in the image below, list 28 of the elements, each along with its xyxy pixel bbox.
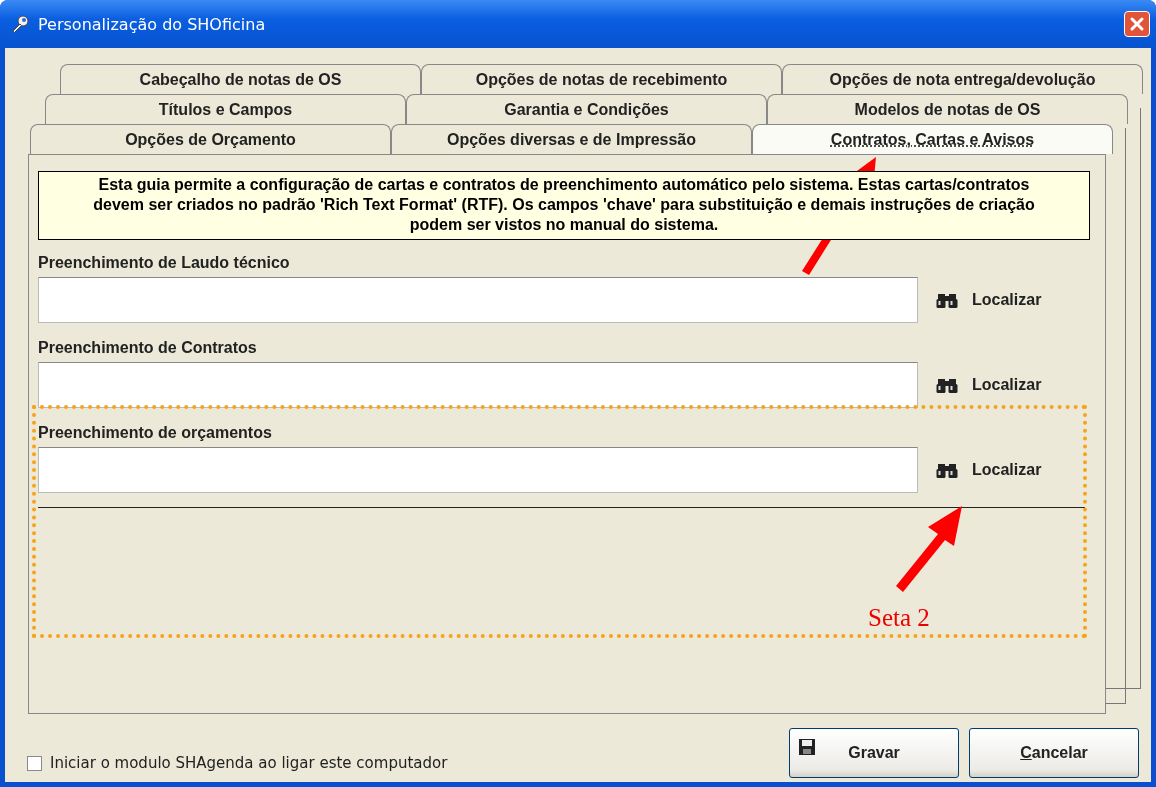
locate-button[interactable]: Localizar [936,376,1042,394]
annotation-label: Seta 2 [868,604,930,632]
binoculars-icon [936,291,958,309]
close-button[interactable] [1124,11,1150,37]
checkbox[interactable] [27,755,42,771]
tab[interactable]: Contratos, Cartas e Avisos [752,124,1113,154]
locate-button[interactable]: Localizar [936,461,1042,479]
field-label: Preenchimento de Laudo técnico [38,254,291,273]
cancel-button[interactable]: Cancelar [969,728,1139,778]
tab[interactable]: Opções de notas de recebimento [421,64,782,94]
binoculars-icon [936,461,958,479]
field-label: Preenchimento de Contratos [38,339,258,358]
tab[interactable]: Modelos de notas de OS [767,94,1128,124]
tab[interactable]: Opções diversas e de Impressão [391,124,752,154]
tab[interactable]: Opções de Orçamento [30,124,391,154]
info-text: Esta guia permite a configuração de cartas e contratos de preenchimento automático pelo sistema. Estas cartas/contratos devem ser criados no padrão 'Rich Text Format' (RTF). Os campos 'chave' para substituição e demais instruções de criação podem ser vistos no manual do sistema. [38,171,1090,240]
tab[interactable]: Opções de nota entrega/devolução [782,64,1143,94]
field-label: Preenchimento de orçamentos [38,424,273,443]
locate-button[interactable]: Localizar [936,291,1042,309]
input-field[interactable] [38,447,918,493]
save-button[interactable]: Gravar [789,728,959,778]
tab[interactable]: Títulos e Campos [45,94,406,124]
tab[interactable]: Garantia e Condições [406,94,767,124]
input-field[interactable] [38,277,918,323]
input-field[interactable] [38,362,918,408]
tab[interactable]: Cabeçalho de notas de OS [60,64,421,94]
binoculars-icon [936,376,958,394]
window-title: Personalização do SHOficina [38,14,267,34]
